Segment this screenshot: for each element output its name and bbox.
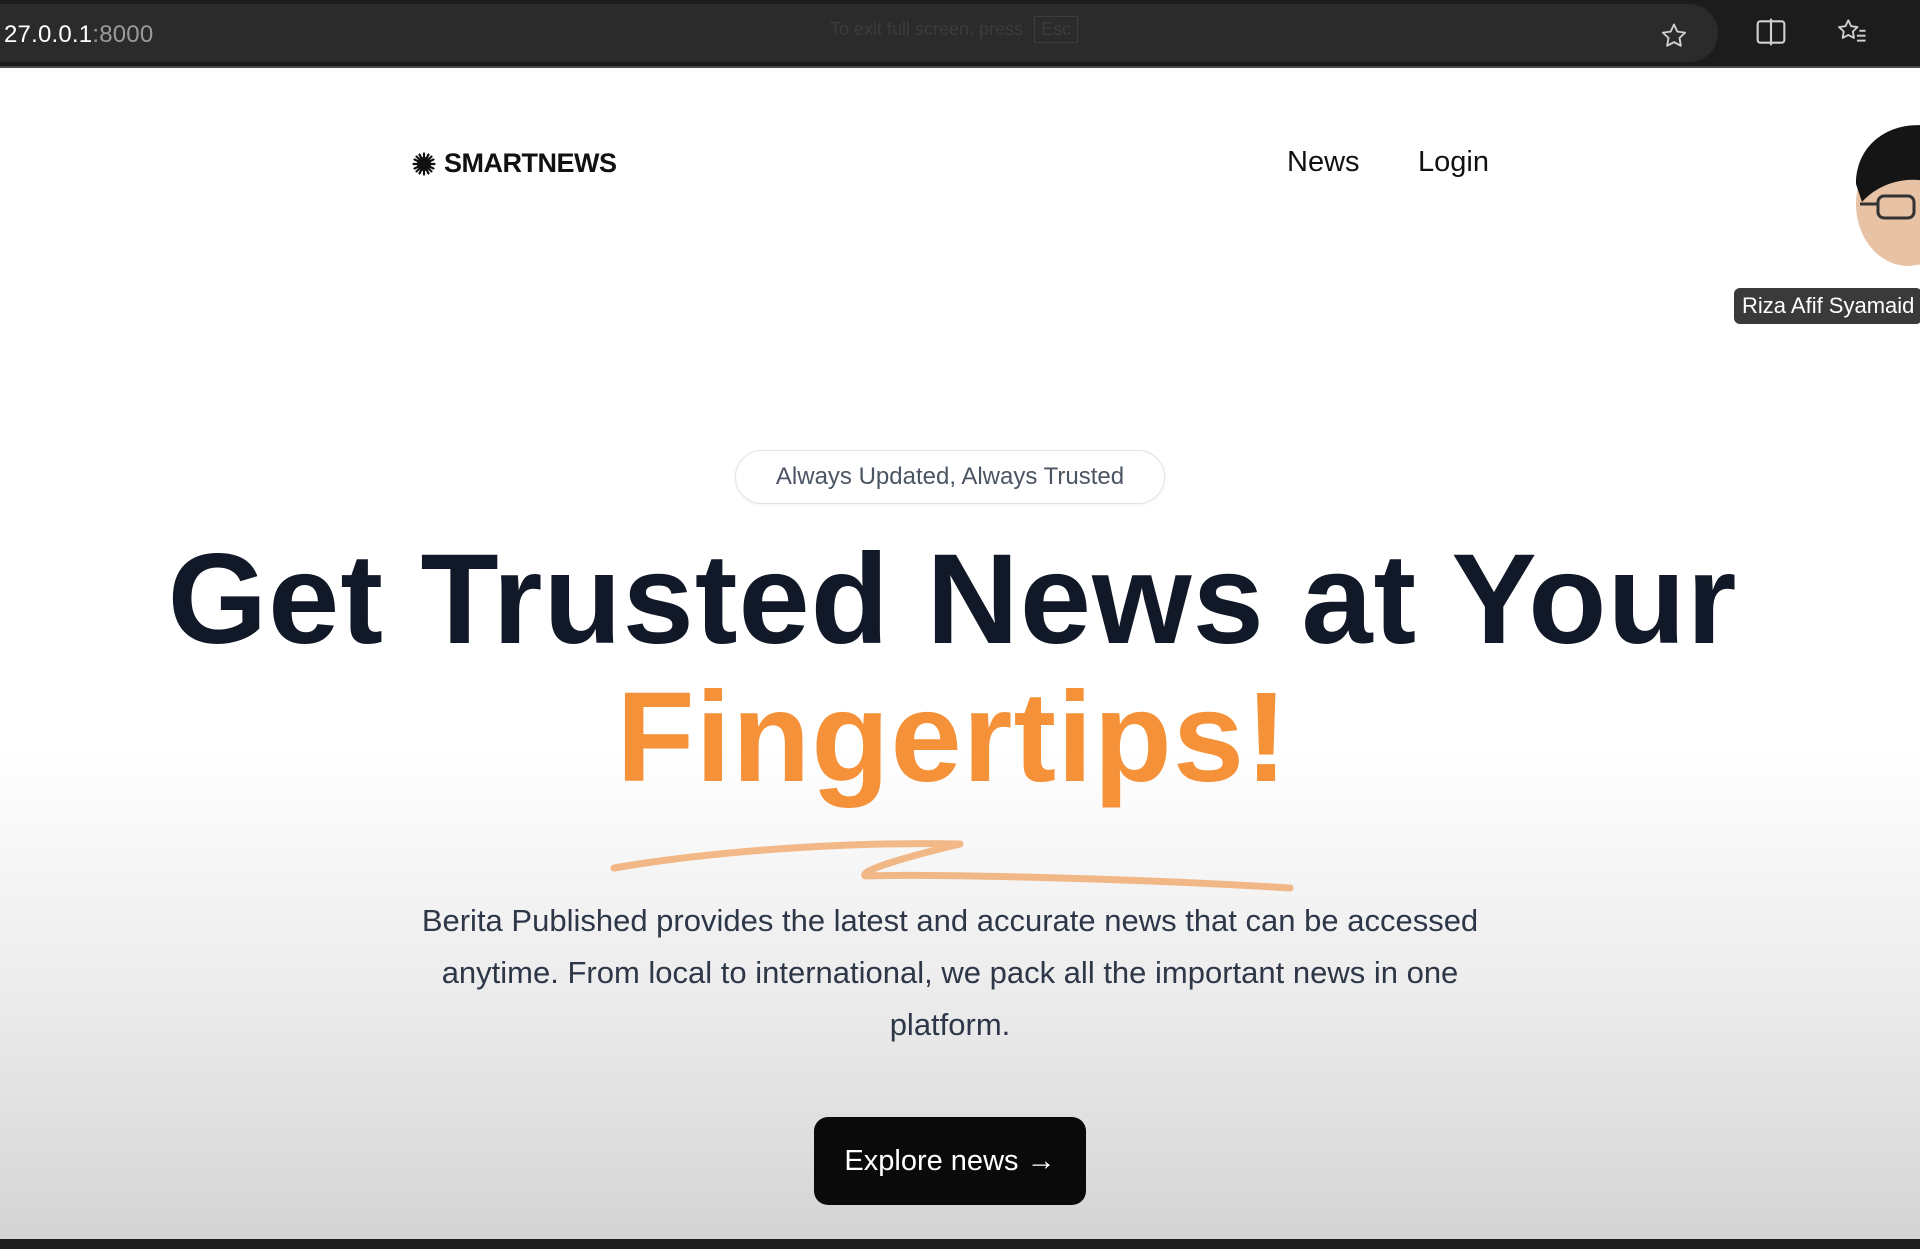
browser-toolbar: 27.0.0.1:8000 To exit full screen, press… — [0, 0, 1920, 68]
underline-swoosh — [610, 840, 1294, 892]
tagline-badge: Always Updated, Always Trusted — [735, 450, 1165, 504]
nav-news-link[interactable]: News — [1287, 146, 1360, 179]
bottom-edge — [0, 1239, 1920, 1249]
favorites-icon[interactable] — [1834, 14, 1870, 50]
nav-login-link[interactable]: Login — [1418, 146, 1489, 179]
site-logo[interactable]: SMARTNEWS — [412, 148, 617, 179]
landing-page: SMARTNEWS News Login Always Updated, Alw… — [0, 70, 1920, 1239]
hero-description: Berita Published provides the latest and… — [421, 903, 1479, 1042]
url-text[interactable]: 27.0.0.1:8000 — [4, 21, 153, 49]
explore-news-button[interactable]: Explore news → — [814, 1117, 1086, 1205]
split-screen-icon[interactable] — [1753, 14, 1789, 50]
logo-text: SMARTNEWS — [444, 148, 617, 178]
fullscreen-hint-key: Esc — [1034, 16, 1079, 43]
fullscreen-hint: To exit full screen, press Esc — [830, 16, 1079, 43]
address-bar[interactable]: 27.0.0.1:8000 To exit full screen, press… — [0, 4, 1718, 62]
hero-headline: Get Trusted News at Your — [167, 528, 1738, 671]
hero-headline-accent: Fingertips! — [616, 666, 1289, 809]
url-port: :8000 — [92, 21, 154, 48]
fullscreen-hint-text: To exit full screen, press — [830, 19, 1024, 39]
star-icon[interactable] — [1656, 18, 1692, 54]
logo-burst-icon — [412, 151, 436, 176]
webcam-name-label: Riza Afif Syamaid — [1734, 288, 1920, 324]
url-host: 27.0.0.1 — [4, 21, 93, 48]
